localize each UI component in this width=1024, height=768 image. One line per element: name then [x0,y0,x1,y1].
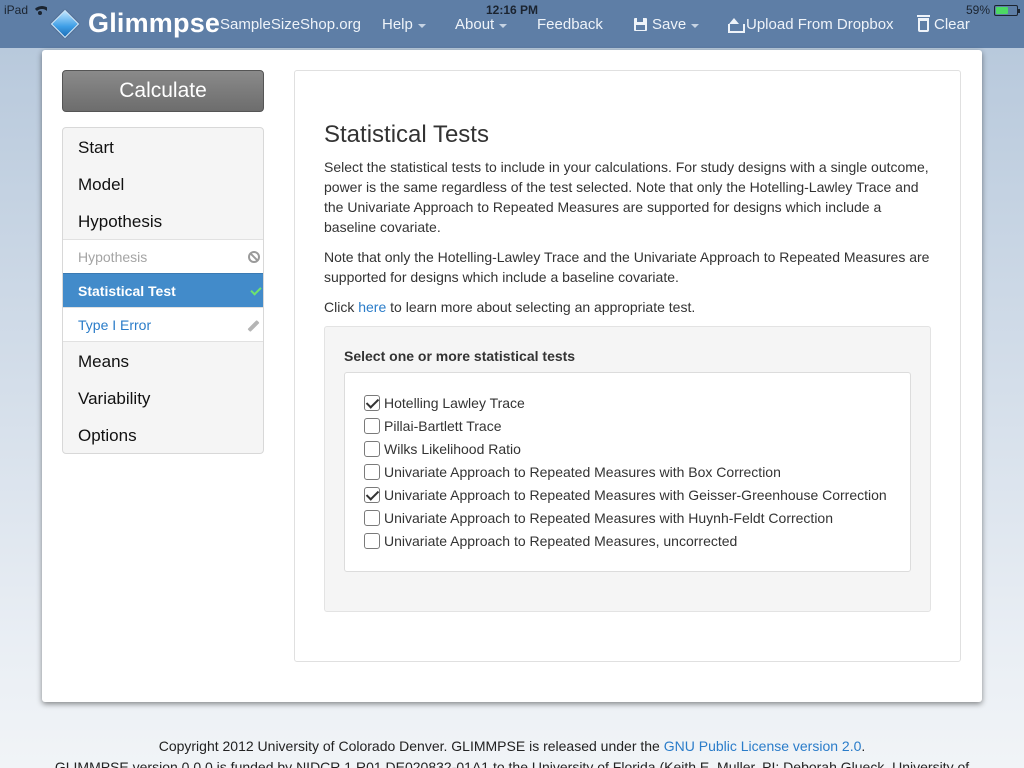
test-option-label: Hotelling Lawley Trace [384,395,525,411]
test-option-label: Univariate Approach to Repeated Measures… [384,487,887,503]
learn-more-link[interactable]: here [358,299,386,315]
checkbox[interactable] [364,464,380,480]
test-option-hotelling-lawley[interactable]: Hotelling Lawley Trace [364,395,525,411]
calculate-button[interactable]: Calculate [62,70,264,112]
test-option-label: Univariate Approach to Repeated Measures… [384,464,781,480]
test-option-pillai-bartlett[interactable]: Pillai-Bartlett Trace [364,418,501,434]
footer-copyright-text: Copyright 2012 University of Colorado De… [158,738,664,754]
learn-more-prefix: Click [324,299,359,315]
footer-period: . [861,738,866,754]
test-option-uni-huynh-feldt[interactable]: Univariate Approach to Repeated Measures… [364,510,833,526]
test-option-wilks[interactable]: Wilks Likelihood Ratio [364,441,521,457]
intro-paragraph: Select the statistical tests to include … [324,159,929,235]
checkbox[interactable] [364,418,380,434]
test-option-uni-box[interactable]: Univariate Approach to Repeated Measures… [364,464,781,480]
main-card: Calculate Start Model Hypothesis Hypothe… [42,50,982,702]
footer-funding: GLIMMPSE version 0.0.0 is funded by NIDC… [54,759,970,768]
sidebar-subitem-label: Statistical Test [78,283,176,299]
test-option-label: Univariate Approach to Repeated Measures… [384,510,834,526]
sidebar-item-start[interactable]: Start [78,138,114,158]
checkbox[interactable] [364,533,380,549]
sidebar-item-model[interactable]: Model [78,175,124,195]
pencil-icon [247,319,260,333]
sidebar-subitem-hypothesis[interactable]: Hypothesis [63,239,263,274]
test-option-uni-uncorrected[interactable]: Univariate Approach to Repeated Measures… [364,533,737,549]
sidebar-item-options[interactable]: Options [78,426,137,446]
sidebar-subitem-type1-error[interactable]: Type I Error [63,307,263,342]
ban-icon [248,251,260,263]
chevron-down-icon [499,23,508,28]
ios-status-bar: iPad 12:16 PM 59% [0,0,1024,20]
status-time: 12:16 PM [485,3,539,17]
page-title: Statistical Tests [324,121,489,148]
sidebar-item-variability[interactable]: Variability [78,389,150,409]
status-right: 59% [965,3,1020,17]
wizard-sidebar: Start Model Hypothesis Hypothesis Statis… [62,127,264,454]
checkbox[interactable] [364,395,380,411]
content-panel: Statistical Tests Select the statistical… [294,70,961,662]
learn-more-suffix: to learn more about selecting an appropr… [386,299,696,315]
tests-label: Select one or more statistical tests [344,348,576,364]
license-link[interactable]: GNU Public License version 2.0 [664,738,862,754]
test-option-label: Wilks Likelihood Ratio [384,441,521,457]
tests-well: Select one or more statistical tests Hot… [324,326,931,612]
checkbox[interactable] [364,487,380,503]
footer-copyright: Copyright 2012 University of Colorado De… [0,738,1024,754]
sidebar-subitem-statistical-test[interactable]: Statistical Test [63,273,263,308]
checkbox[interactable] [364,510,380,526]
battery-icon [994,4,1020,16]
sidebar-subitem-label: Hypothesis [78,249,148,265]
chevron-down-icon [417,23,426,28]
tests-checkbox-list: Hotelling Lawley Trace Pillai-Bartlett T… [344,372,911,572]
checkbox[interactable] [364,441,380,457]
sidebar-item-hypothesis[interactable]: Hypothesis [78,212,162,232]
checkmark-icon [250,284,262,296]
chevron-down-icon [691,23,700,28]
test-option-label: Pillai-Bartlett Trace [384,418,502,434]
battery-percent: 59% [965,3,990,17]
covariate-note: Note that only the Hotelling-Lawley Trac… [324,249,930,285]
sidebar-subitem-label: Type I Error [78,317,152,333]
test-option-uni-geisser-greenhouse[interactable]: Univariate Approach to Repeated Measures… [364,487,887,503]
battery-fill [996,6,1008,14]
test-option-label: Univariate Approach to Repeated Measures… [384,533,738,549]
learn-more-paragraph: Click here to learn more about selecting… [324,297,934,317]
sidebar-item-means[interactable]: Means [78,352,129,372]
